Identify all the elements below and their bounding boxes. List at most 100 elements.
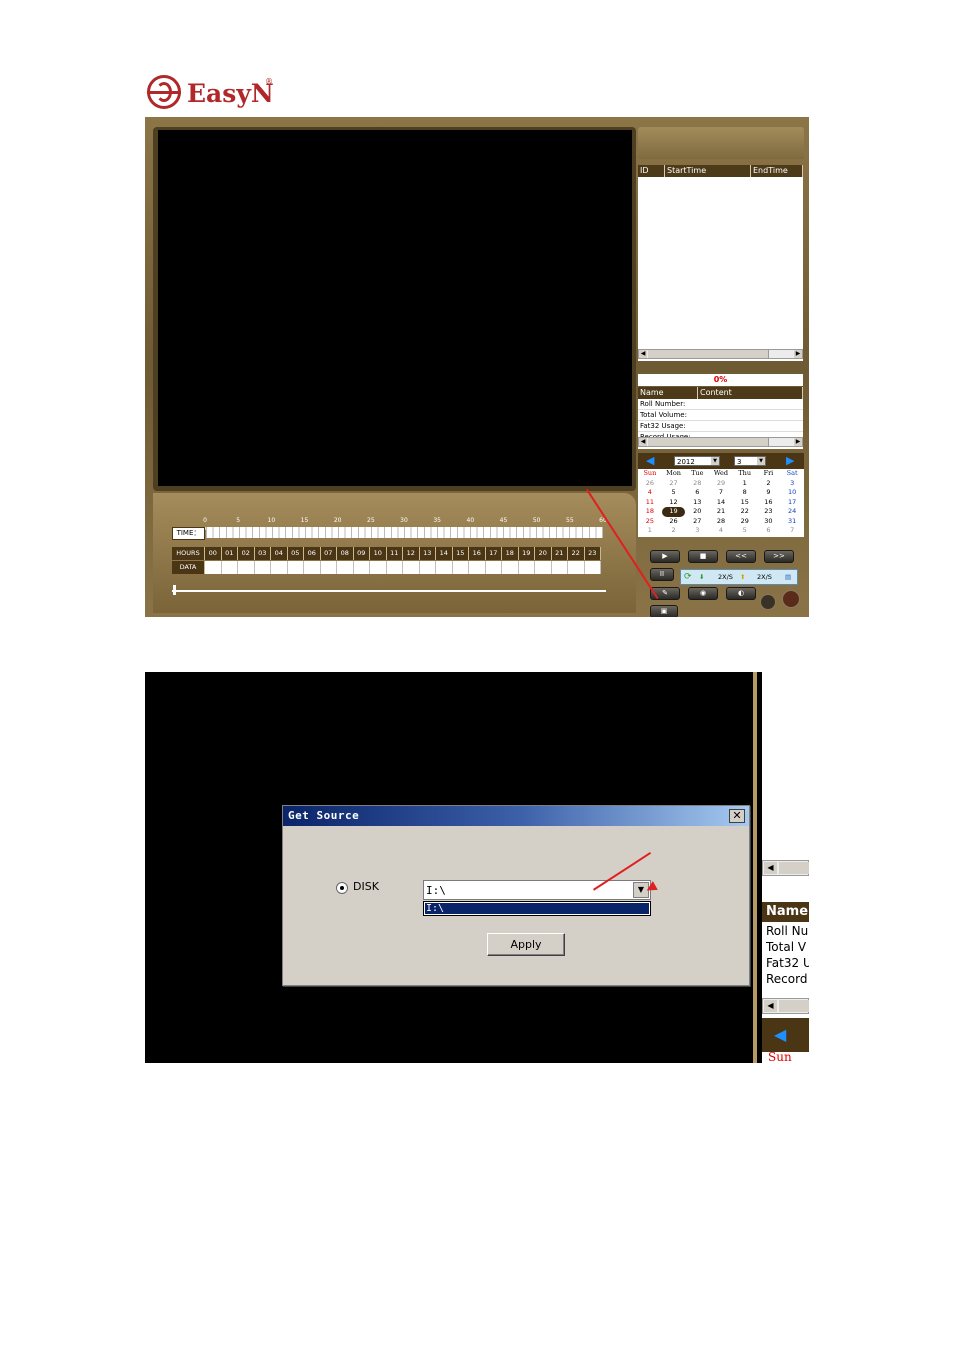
hour-cell[interactable]: 10 (370, 547, 387, 560)
data-cell[interactable] (502, 561, 519, 574)
scroll-left-icon[interactable]: ◀ (639, 438, 647, 446)
calendar-day[interactable]: 8 (733, 488, 757, 498)
data-cell[interactable] (370, 561, 387, 574)
hour-cell[interactable]: 19 (518, 547, 535, 560)
data-cell[interactable] (419, 561, 436, 574)
hour-cell[interactable]: 12 (403, 547, 420, 560)
col-starttime[interactable]: StartTime (665, 165, 751, 177)
calendar-day[interactable]: 27 (662, 479, 686, 489)
calendar-day[interactable]: 4 (709, 526, 733, 536)
speed-up-icon[interactable]: ⬆ (740, 570, 745, 584)
play-button[interactable]: ▶ (650, 550, 680, 563)
prev-month-icon[interactable]: ◀ (646, 455, 654, 467)
calendar-day[interactable]: 29 (709, 479, 733, 489)
scroll-left-icon[interactable]: ◀ (764, 862, 777, 874)
pause-button[interactable]: II (650, 568, 674, 581)
calendar-day[interactable]: 30 (757, 517, 781, 527)
calendar-day[interactable]: 5 (733, 526, 757, 536)
calendar-day[interactable]: 28 (685, 479, 709, 489)
scroll-thumb[interactable] (648, 350, 769, 358)
cropped-scrollbar[interactable]: ◀ (762, 860, 809, 876)
hour-cell[interactable]: 23 (584, 547, 601, 560)
hour-cell[interactable]: 02 (238, 547, 255, 560)
data-cell[interactable] (436, 561, 453, 574)
calendar-day[interactable]: 10 (780, 488, 804, 498)
scroll-thumb[interactable] (779, 1000, 809, 1012)
calendar-day[interactable]: 28 (709, 517, 733, 527)
calendar-day[interactable]: 22 (733, 507, 757, 517)
calendar-day[interactable]: 23 (757, 507, 781, 517)
calendar-day[interactable]: 2 (662, 526, 686, 536)
calendar-day[interactable]: 21 (709, 507, 733, 517)
calendar-day[interactable]: 3 (780, 479, 804, 489)
data-cell[interactable] (386, 561, 403, 574)
data-cell[interactable] (485, 561, 502, 574)
calendar-day[interactable]: 16 (757, 498, 781, 508)
calendar-day[interactable]: 26 (662, 517, 686, 527)
hour-cell[interactable]: 06 (304, 547, 321, 560)
calendar-day[interactable]: 15 (733, 498, 757, 508)
scroll-left-icon[interactable]: ◀ (764, 1000, 777, 1012)
speed-down-icon[interactable]: ⬇ (699, 570, 704, 584)
calendar-day[interactable]: 2 (757, 479, 781, 489)
next-month-icon[interactable]: ▶ (786, 455, 794, 467)
calendar-day[interactable]: 6 (685, 488, 709, 498)
calendar-day[interactable]: 20 (685, 507, 709, 517)
source-dropdown-list[interactable]: I:\ (423, 901, 651, 916)
rewind-button[interactable]: << (726, 550, 756, 563)
hour-cell[interactable]: 00 (205, 547, 222, 560)
disk-radio-label[interactable]: DISK (353, 880, 379, 893)
scroll-thumb[interactable] (648, 438, 769, 446)
data-cell[interactable] (535, 561, 552, 574)
calendar-day[interactable]: 18 (638, 507, 662, 517)
calendar-day[interactable]: 6 (757, 526, 781, 536)
hour-cell[interactable]: 01 (221, 547, 238, 560)
data-cell[interactable] (568, 561, 585, 574)
calendar-day[interactable]: 4 (638, 488, 662, 498)
data-cell[interactable] (205, 561, 222, 574)
calendar-day[interactable]: 5 (662, 488, 686, 498)
month-select[interactable]: 3 ▼ (734, 456, 766, 466)
cropped-scrollbar[interactable]: ◀ (762, 998, 809, 1014)
data-cell[interactable] (452, 561, 469, 574)
calendar-day[interactable]: 9 (757, 488, 781, 498)
calendar-day[interactable]: 31 (780, 517, 804, 527)
data-cell[interactable] (403, 561, 420, 574)
hour-cell[interactable]: 04 (271, 547, 288, 560)
hour-cell[interactable]: 03 (254, 547, 271, 560)
forward-button[interactable]: >> (764, 550, 794, 563)
year-select[interactable]: 2012 ▼ (674, 456, 720, 466)
data-cell[interactable] (353, 561, 370, 574)
chevron-down-icon[interactable]: ▼ (711, 457, 719, 465)
hour-cell[interactable]: 07 (320, 547, 337, 560)
calendar-day[interactable]: 7 (709, 488, 733, 498)
hour-cell[interactable]: 05 (287, 547, 304, 560)
calendar-day[interactable]: 29 (733, 517, 757, 527)
hour-cell[interactable]: 18 (502, 547, 519, 560)
calendar-day[interactable]: 14 (709, 498, 733, 508)
data-cell[interactable] (304, 561, 321, 574)
col-endtime[interactable]: EndTime (751, 165, 803, 177)
hour-cell[interactable]: 21 (551, 547, 568, 560)
data-cell[interactable] (271, 561, 288, 574)
hour-cell[interactable]: 11 (386, 547, 403, 560)
scroll-right-icon[interactable]: ▶ (794, 438, 802, 446)
record-list-scrollbar[interactable]: ◀ ▶ (638, 349, 803, 359)
snapshot-button[interactable]: ◉ (688, 587, 718, 600)
data-cell[interactable] (238, 561, 255, 574)
hour-cell[interactable]: 16 (469, 547, 486, 560)
data-cell[interactable] (221, 561, 238, 574)
calendar-day[interactable]: 1 (638, 526, 662, 536)
seek-track[interactable] (172, 590, 606, 592)
dialog-titlebar[interactable]: Get Source ✕ (283, 806, 749, 826)
calendar-day[interactable]: 27 (685, 517, 709, 527)
data-cell[interactable] (254, 561, 271, 574)
audio-button[interactable]: ◐ (726, 587, 756, 600)
calendar-day[interactable]: 19 (661, 507, 686, 517)
refresh-icon[interactable]: ⟳ (684, 570, 692, 584)
power-button[interactable] (782, 590, 800, 608)
hour-cell[interactable]: 14 (436, 547, 453, 560)
hour-cell[interactable]: 08 (337, 547, 354, 560)
hour-cell[interactable]: 17 (485, 547, 502, 560)
calendar-day[interactable]: 13 (685, 498, 709, 508)
